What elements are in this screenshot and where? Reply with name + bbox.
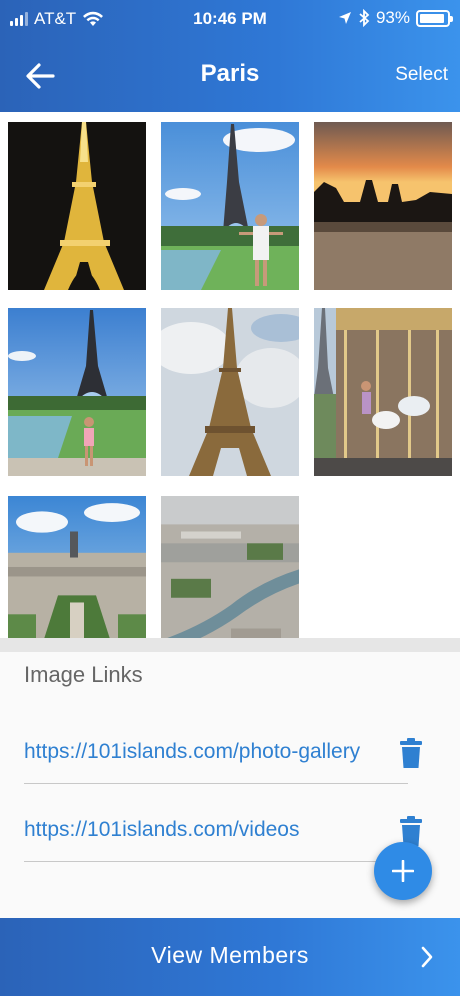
photo-eiffel-tower-person-trocadero[interactable] — [161, 122, 299, 290]
photo-notre-dame-sunset[interactable] — [314, 122, 452, 290]
photo-eiffel-tower-night[interactable] — [8, 122, 146, 290]
battery-icon — [416, 9, 453, 27]
photo-grid — [0, 112, 460, 664]
location-icon — [338, 12, 351, 24]
link-row: https://101islands.com/photo-gallery — [24, 724, 422, 784]
select-button[interactable]: Select — [395, 64, 448, 86]
view-members-button[interactable]: View Members — [0, 918, 460, 996]
photo-carousel-eiffel-tower[interactable] — [314, 308, 452, 476]
bluetooth-icon — [359, 9, 370, 27]
link-row: https://101islands.com/videos — [24, 802, 422, 862]
add-link-button[interactable] — [374, 842, 432, 900]
link-url[interactable]: https://101islands.com/videos — [24, 818, 299, 842]
section-divider — [0, 638, 460, 652]
link-url[interactable]: https://101islands.com/photo-gallery — [24, 740, 360, 764]
photo-eiffel-tower-from-below[interactable] — [161, 308, 299, 476]
link-divider — [24, 783, 408, 784]
photo-eiffel-tower-girl-trocadero[interactable] — [8, 308, 146, 476]
status-bar: AT&T 10:46 PM 93% — [0, 0, 460, 38]
nav-bar: Paris Select — [0, 46, 460, 104]
trash-icon[interactable] — [400, 738, 422, 768]
chevron-right-icon — [421, 946, 433, 968]
link-divider — [24, 861, 408, 862]
image-links-heading: Image Links — [24, 662, 143, 687]
battery-fill — [420, 13, 445, 23]
battery-percent: 93% — [375, 8, 410, 27]
view-members-label: View Members — [151, 942, 309, 968]
plus-icon — [392, 860, 414, 882]
header: AT&T 10:46 PM 93% Paris Select — [0, 0, 460, 112]
page-title: Paris — [200, 60, 260, 87]
status-right: 93% — [338, 8, 453, 28]
